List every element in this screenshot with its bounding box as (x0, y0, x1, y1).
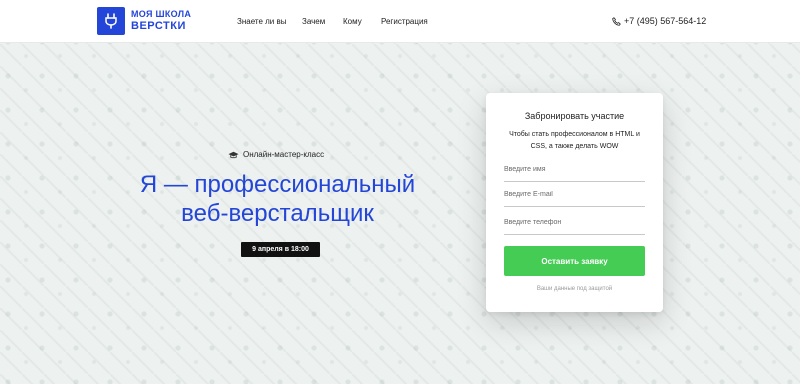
site-header: МОЯ ШКОЛА ВЕРСТКИ Знаете ли вы Зачем Ком… (0, 0, 800, 43)
hero-subtitle-text: Онлайн-мастер-класс (243, 150, 325, 159)
submit-button[interactable]: Оставить заявку (504, 246, 645, 276)
phone-number: +7 (495) 567-564-12 (624, 16, 707, 26)
nav-link-register[interactable]: Регистрация (381, 17, 428, 26)
logo-text: МОЯ ШКОЛА ВЕРСТКИ (131, 10, 191, 32)
graduation-cap-icon (228, 151, 239, 158)
form-description: Чтобы стать профессионалом в HTML и CSS,… (509, 131, 640, 150)
form-title: Забронировать участие (524, 111, 625, 121)
logo-link[interactable]: МОЯ ШКОЛА ВЕРСТКИ (97, 7, 191, 35)
hero-title: Я — профессиональный веб-верстальщик (100, 170, 455, 228)
name-field[interactable] (504, 162, 645, 182)
hero-title-line1: Я — профессиональный (139, 171, 416, 198)
privacy-note: Ваши данные под защитой (536, 286, 613, 292)
logo-line1: МОЯ ШКОЛА (131, 9, 192, 19)
hero-title-line2: веб-верстальщик (181, 200, 374, 227)
nav-link-whom[interactable]: Кому (343, 17, 362, 26)
hero-subtitle: Онлайн-мастер-класс (228, 150, 324, 159)
date-badge: 9 апреля в 18:00 (241, 242, 320, 257)
nav-link-why[interactable]: Зачем (302, 17, 325, 26)
phone-contact[interactable]: +7 (495) 567-564-12 (612, 16, 706, 26)
nav-link-know[interactable]: Знаете ли вы (237, 17, 287, 26)
plug-icon (97, 7, 125, 35)
booking-form: Забронировать участие Чтобы стать профес… (486, 93, 663, 312)
logo-line2: ВЕРСТКИ (131, 20, 186, 32)
email-field[interactable] (504, 187, 645, 207)
phone-field[interactable] (504, 215, 645, 235)
phone-icon (612, 16, 621, 26)
